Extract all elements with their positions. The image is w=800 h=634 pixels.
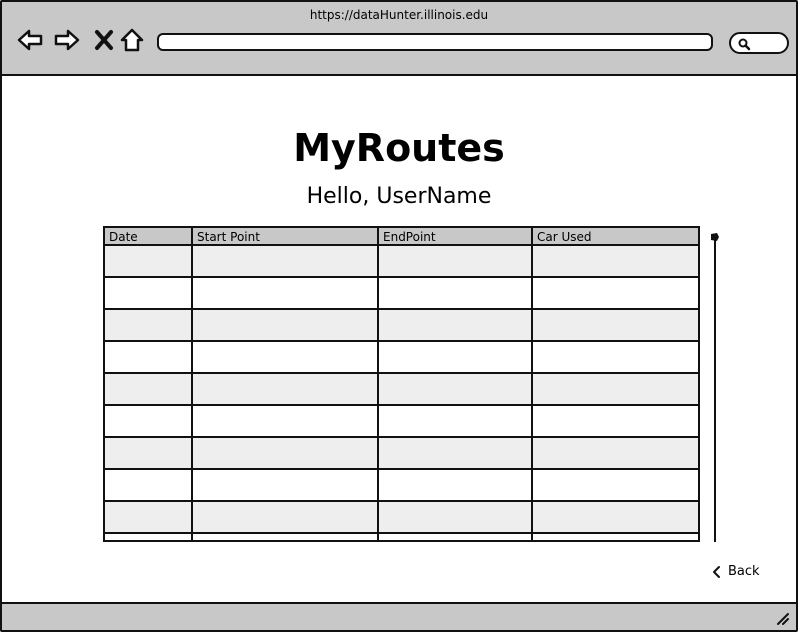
cell-end-point[interactable] (378, 373, 533, 406)
cell-end-point[interactable] (378, 245, 533, 278)
status-bar (2, 602, 796, 630)
table-row[interactable] (105, 245, 698, 278)
forward-arrow-icon[interactable] (53, 26, 81, 54)
cell-end-point[interactable] (378, 469, 533, 502)
browser-search-field[interactable] (729, 32, 789, 54)
address-bar[interactable] (157, 33, 713, 51)
resize-grip-icon[interactable] (776, 612, 790, 626)
cell-end-point[interactable] (378, 533, 533, 540)
column-header-end-point[interactable]: EndPoint (378, 228, 533, 246)
cell-start-point[interactable] (192, 373, 379, 406)
cell-start-point[interactable] (192, 533, 379, 540)
cell-end-point[interactable] (378, 309, 533, 342)
cell-end-point[interactable] (378, 341, 533, 374)
cell-car-used[interactable] (532, 469, 698, 502)
table-row[interactable] (105, 405, 698, 438)
page-title: MyRoutes (293, 126, 505, 170)
table-row[interactable] (105, 469, 698, 502)
table-row[interactable] (105, 373, 698, 406)
cell-date[interactable] (105, 245, 193, 278)
table-row[interactable] (105, 437, 698, 470)
stop-icon[interactable] (90, 26, 118, 54)
cell-car-used[interactable] (532, 309, 698, 342)
table-row[interactable] (105, 501, 698, 534)
cell-date[interactable] (105, 341, 193, 374)
cell-start-point[interactable] (192, 437, 379, 470)
cell-date[interactable] (105, 277, 193, 310)
routes-table: Date Start Point EndPoint Car Used (103, 226, 700, 542)
column-header-start-point[interactable]: Start Point (192, 228, 379, 246)
cell-date[interactable] (105, 405, 193, 438)
cell-date[interactable] (105, 533, 193, 540)
back-link-label: Back (728, 564, 760, 579)
cell-date[interactable] (105, 501, 193, 534)
cell-end-point[interactable] (378, 437, 533, 470)
cell-start-point[interactable] (192, 277, 379, 310)
back-arrow-icon[interactable] (16, 26, 44, 54)
cell-end-point[interactable] (378, 405, 533, 438)
cell-car-used[interactable] (532, 405, 698, 438)
cell-start-point[interactable] (192, 245, 379, 278)
cell-car-used[interactable] (532, 437, 698, 470)
back-link[interactable]: Back (712, 564, 760, 579)
cell-end-point[interactable] (378, 277, 533, 310)
table-row[interactable] (105, 533, 698, 540)
table-row[interactable] (105, 341, 698, 374)
cell-start-point[interactable] (192, 501, 379, 534)
table-body (105, 245, 698, 540)
cell-date[interactable] (105, 309, 193, 342)
cell-car-used[interactable] (532, 341, 698, 374)
browser-toolbar: https://dataHunter.illinois.edu (2, 2, 796, 76)
cell-car-used[interactable] (532, 373, 698, 406)
cell-start-point[interactable] (192, 341, 379, 374)
home-icon[interactable] (118, 26, 146, 54)
table-row[interactable] (105, 277, 698, 310)
cell-end-point[interactable] (378, 501, 533, 534)
greeting-text: Hello, UserName (306, 184, 492, 209)
cell-start-point[interactable] (192, 469, 379, 502)
scrollbar-thumb[interactable] (710, 232, 720, 242)
cell-car-used[interactable] (532, 501, 698, 534)
scrollbar-track[interactable] (714, 238, 716, 542)
cell-start-point[interactable] (192, 309, 379, 342)
chevron-left-icon (713, 565, 720, 578)
table-header-row: Date Start Point EndPoint Car Used (105, 228, 698, 246)
column-header-date[interactable]: Date (105, 228, 193, 246)
search-icon (738, 38, 751, 51)
cell-date[interactable] (105, 373, 193, 406)
browser-url-title: https://dataHunter.illinois.edu (309, 8, 489, 22)
cell-car-used[interactable] (532, 245, 698, 278)
cell-date[interactable] (105, 437, 193, 470)
table-row[interactable] (105, 309, 698, 342)
cell-start-point[interactable] (192, 405, 379, 438)
column-header-car-used[interactable]: Car Used (532, 228, 698, 246)
cell-date[interactable] (105, 469, 193, 502)
cell-car-used[interactable] (532, 533, 698, 540)
cell-car-used[interactable] (532, 277, 698, 310)
browser-window: https://dataHunter.illinois.edu MyRoutes… (0, 0, 798, 632)
